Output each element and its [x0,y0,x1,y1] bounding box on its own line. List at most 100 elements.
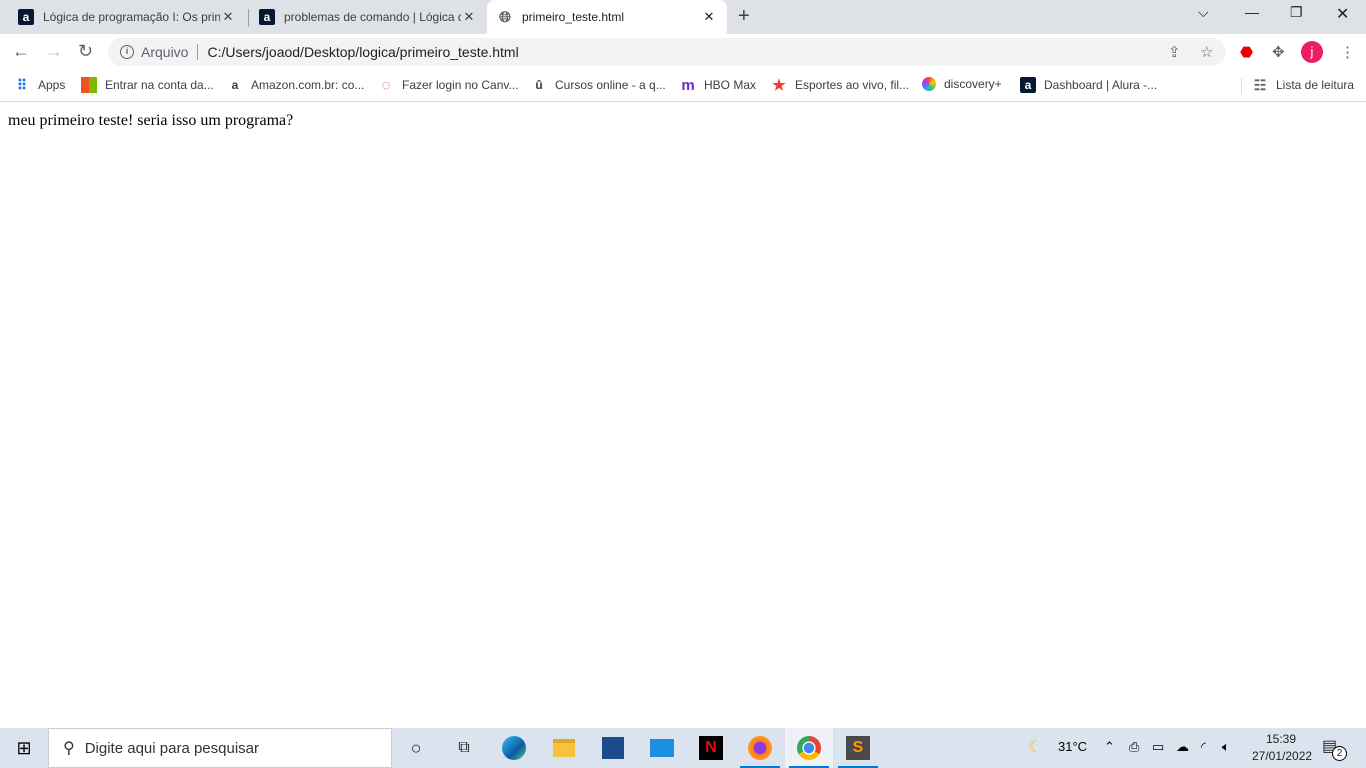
alura-icon: a [1020,77,1036,93]
apps-grid-icon: ⠿ [16,76,28,93]
weather-moon-icon[interactable]: ☾ [1028,737,1042,757]
address-divider [197,44,199,60]
tab-problemas[interactable]: a problemas de comando | Lógica d ✕ [249,0,487,34]
bookmark-alura-dashboard[interactable]: a Dashboard | Alura -... [1020,77,1157,93]
mail-app[interactable] [638,728,686,768]
show-hidden-icons-chevron[interactable]: ⌃ [1104,739,1115,755]
bookmark-canvas[interactable]: ◌ Fazer login no Canv... [378,76,519,94]
amazon-icon: a [231,78,239,92]
back-button[interactable]: ← [12,41,30,62]
bookmark-label: HBO Max [704,78,757,92]
file-explorer-app[interactable] [540,728,588,768]
bookmarks-bar: ⠿ Apps Entrar na conta da... a Amazon.com.… [0,70,1366,102]
menu-kebab-icon[interactable]: ⋮ [1340,43,1355,61]
bookmark-apps[interactable]: ⠿ Apps [14,76,66,93]
tab-title: Lógica de programação I: Os prin [43,10,220,24]
notification-center-button[interactable]: ▤ 2 [1322,736,1348,762]
start-button[interactable]: ⊞ [0,728,48,768]
edge-app[interactable] [490,728,538,768]
adblock-extension-icon[interactable]: ⬣ [1240,43,1253,61]
address-scheme: Arquivo [141,44,189,60]
bookmark-udemy[interactable]: û Cursos online - a q... [531,77,666,93]
battery-icon[interactable]: ▭ [1152,739,1164,755]
bookmark-label: Entrar na conta da... [105,78,214,92]
minimize-button[interactable]: — [1245,4,1259,20]
cortana-button[interactable]: ○ [392,728,440,768]
reading-list-label: Lista de leitura [1276,78,1355,92]
star-icon: ★ [772,77,786,94]
task-view-button[interactable]: ⧉ [440,728,488,768]
bookmark-label: discovery+ [944,77,1002,91]
windows-logo-icon: ⊞ [16,737,32,758]
clock-date: 27/01/2022 [1252,749,1313,763]
tab-primeiro-teste[interactable]: 🌐︎ primeiro_teste.html ✕ [487,0,727,34]
store-icon [602,737,624,759]
reading-list-icon: ☷ [1253,76,1267,93]
netflix-app[interactable]: N [687,728,735,768]
share-icon[interactable]: ⇪ [1168,43,1181,61]
clock[interactable]: 15:39 27/01/2022 [1252,731,1313,765]
alura-icon: a [18,9,34,25]
tab-search-chevron-icon[interactable]: ⌵ [1198,4,1209,21]
discovery-icon [922,77,936,91]
close-window-button[interactable]: ✕ [1336,4,1349,24]
canvas-icon: ◌ [381,76,391,94]
firefox-icon [748,736,772,760]
tab-title: problemas de comando | Lógica d [284,10,461,24]
info-icon[interactable]: i [120,45,134,59]
folder-icon [553,739,575,757]
onedrive-cloud-icon[interactable]: ☁ [1176,739,1189,755]
netflix-icon: N [699,736,723,760]
address-url[interactable]: C:/Users/joaod/Desktop/logica/primeiro_t… [207,44,518,60]
extensions-puzzle-icon[interactable]: ✥ [1272,43,1285,61]
meet-now-icon[interactable]: ⎙ [1129,739,1139,755]
profile-avatar[interactable]: j [1301,41,1323,63]
search-placeholder: Digite aqui para pesquisar [84,739,259,757]
page-text: meu primeiro teste! seria isso um progra… [8,112,294,129]
reload-button[interactable]: ↻ [78,41,93,62]
cortana-circle-icon: ○ [410,737,422,758]
close-icon[interactable]: ✕ [701,9,717,25]
wifi-icon[interactable]: ◜ [1201,739,1206,755]
alura-icon: a [259,9,275,25]
bookmark-label: Apps [38,78,66,92]
tab-title: primeiro_teste.html [522,10,625,24]
store-app[interactable] [589,728,637,768]
bookmark-esportes[interactable]: ★ Esportes ao vivo, fil... [771,77,910,94]
bookmark-discovery[interactable]: discovery+ [922,77,1002,91]
windows-taskbar: ⊞ ⚲ Digite aqui para pesquisar ○ ⧉ N S ☾… [0,728,1366,768]
udemy-icon: û [535,78,543,92]
browser-toolbar: ← → ↻ i Arquivo C:/Users/joaod/Desktop/l… [0,34,1366,70]
volume-icon[interactable]: 🔈︎ [1222,739,1230,755]
weather-temperature[interactable]: 31°C [1058,739,1087,754]
close-icon[interactable]: ✕ [461,9,477,25]
globe-icon: 🌐︎ [498,8,511,26]
close-icon[interactable]: ✕ [220,9,236,25]
bookmark-label: Dashboard | Alura -... [1044,78,1158,92]
notification-count-badge: 2 [1332,746,1347,761]
sublime-icon: S [846,736,870,760]
tab-bar: a Lógica de programação I: Os prin ✕ a p… [0,0,1366,34]
restore-button[interactable]: ❐ [1290,4,1303,21]
forward-button[interactable]: → [45,41,63,62]
hbomax-icon: m [681,76,695,94]
search-icon: ⚲ [63,740,75,757]
bookmark-hbomax[interactable]: m HBO Max [680,76,757,94]
bookmark-label: Amazon.com.br: co... [251,78,365,92]
bookmark-label: Cursos online - a q... [555,78,666,92]
new-tab-button[interactable]: + [738,5,750,28]
bookmark-star-icon[interactable]: ☆ [1200,43,1213,61]
address-bar[interactable]: i Arquivo C:/Users/joaod/Desktop/logica/… [108,38,1226,66]
chrome-app[interactable] [785,728,833,768]
tab-logica[interactable]: a Lógica de programação I: Os prin ✕ [8,0,246,34]
firefox-app[interactable] [736,728,784,768]
mail-icon [650,739,674,757]
sublime-text-app[interactable]: S [834,728,882,768]
edge-icon [502,736,526,760]
bookmark-microsoft[interactable]: Entrar na conta da... [81,77,214,93]
bookmark-amazon[interactable]: a Amazon.com.br: co... [227,77,365,93]
bookmarks-divider [1241,78,1242,94]
reading-list-button[interactable]: ☷ Lista de leitura [1252,77,1354,93]
bookmark-label: Esportes ao vivo, fil... [795,78,910,92]
taskbar-search-box[interactable]: ⚲ Digite aqui para pesquisar [48,728,392,768]
